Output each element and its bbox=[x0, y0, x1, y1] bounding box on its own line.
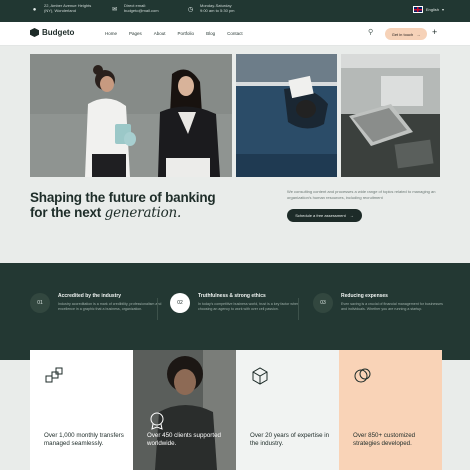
logo[interactable]: Budgeto bbox=[30, 28, 74, 37]
stat-card: Over 450 clients supported worldwide. bbox=[133, 350, 236, 470]
schedule-button-label: Schedule a free assessment bbox=[295, 213, 346, 218]
hero-title-line-1: Shaping the future of banking bbox=[30, 190, 216, 205]
arrow-right-icon: → bbox=[416, 31, 421, 37]
hero-title-line-2: for the next generation. bbox=[30, 205, 215, 221]
stat-text: Over 450 clients supported worldwide. bbox=[147, 432, 221, 447]
stat-text: Over 850+ customized strategies develope… bbox=[353, 432, 416, 447]
schedule-assessment-button[interactable]: Schedule a free assessment → bbox=[287, 209, 362, 222]
circles-icon bbox=[354, 368, 371, 383]
laptop-desk-illustration bbox=[341, 54, 440, 177]
hero-title-plain: for the next bbox=[30, 205, 102, 220]
logo-mark-icon bbox=[30, 28, 39, 37]
address-info: ● 22, Amber Avenue Heights (NY), Wonderl… bbox=[30, 3, 92, 14]
hero-image-laptop-desk bbox=[341, 54, 440, 177]
language-label: English bbox=[425, 7, 439, 12]
main-header: Budgeto Home Pages About Portfolio Blog … bbox=[0, 22, 470, 46]
feature-description: Industry accreditation is a mark of cred… bbox=[58, 302, 162, 311]
email-info[interactable]: ✉ Direct email: budgeto@mail.com bbox=[110, 3, 159, 14]
search-icon[interactable]: ⚲ bbox=[368, 29, 376, 37]
feature-number: 02 bbox=[170, 293, 190, 313]
divider bbox=[298, 298, 299, 320]
hero-title-italic: generation. bbox=[104, 205, 182, 221]
nav-item-portfolio[interactable]: Portfolio bbox=[178, 31, 195, 36]
feature-description: Even saving is a crucial of financial ma… bbox=[341, 302, 443, 311]
get-in-touch-button[interactable]: Get in touch → bbox=[385, 28, 427, 40]
stat-text: Over 1,000 monthly transfers managed sea… bbox=[44, 432, 124, 447]
feature-number: 03 bbox=[313, 293, 333, 313]
hours-value: 9:00 am to 5:30 pm bbox=[200, 8, 235, 13]
nav-item-home[interactable]: Home bbox=[105, 31, 117, 36]
chevron-down-icon: ▾ bbox=[441, 7, 444, 12]
main-nav: Home Pages About Portfolio Blog Contact bbox=[105, 31, 243, 36]
clock-icon: ◷ bbox=[187, 7, 194, 13]
email-value[interactable]: budgeto@mail.com bbox=[124, 8, 159, 13]
stat-text: Over 20 years of expertise in the indust… bbox=[250, 432, 330, 447]
stat-card: Over 850+ customized strategies develope… bbox=[339, 350, 442, 470]
feature-title: Accredited by the industry bbox=[58, 293, 122, 299]
language-selector[interactable]: English ▾ bbox=[412, 6, 444, 13]
nav-item-blog[interactable]: Blog bbox=[206, 31, 215, 36]
uk-flag-icon bbox=[412, 6, 423, 13]
feature-description: In today's competitive business world, t… bbox=[198, 302, 299, 311]
box-icon bbox=[252, 367, 268, 385]
nav-item-contact[interactable]: Contact bbox=[227, 31, 243, 36]
hero-image-businesswomen bbox=[30, 54, 232, 177]
hours-info: ◷ Monday-Saturday 9:00 am to 5:30 pm bbox=[186, 3, 235, 14]
address-line-2: (NY), Wonderland bbox=[44, 8, 76, 13]
office-aerial-illustration bbox=[236, 54, 337, 177]
location-pin-icon: ● bbox=[32, 6, 37, 13]
badge-icon bbox=[150, 412, 164, 430]
nav-item-pages[interactable]: Pages bbox=[129, 31, 142, 36]
logo-text: Budgeto bbox=[42, 28, 75, 37]
feature-title: Reducing expenses bbox=[341, 293, 388, 299]
arrow-right-icon: → bbox=[349, 213, 354, 218]
top-info-bar: ● 22, Amber Avenue Heights (NY), Wonderl… bbox=[0, 0, 470, 22]
hero-description: We consulting content and processes a wi… bbox=[287, 189, 436, 200]
features-section: 01 Accredited by the industry Industry a… bbox=[0, 263, 470, 360]
hero-image-office-aerial bbox=[236, 54, 337, 177]
menu-plus-icon[interactable]: + bbox=[432, 27, 437, 37]
blocks-icon bbox=[45, 367, 63, 383]
businesswomen-illustration bbox=[30, 54, 232, 177]
divider bbox=[157, 298, 158, 320]
stat-card: Over 20 years of expertise in the indust… bbox=[236, 350, 339, 470]
hero-title: Shaping the future of banking for the ne… bbox=[30, 190, 216, 221]
feature-number: 01 bbox=[30, 293, 50, 313]
nav-item-about[interactable]: About bbox=[154, 31, 166, 36]
stat-card: Over 1,000 monthly transfers managed sea… bbox=[30, 350, 133, 470]
feature-title: Truthfulness & strong ethics bbox=[198, 293, 266, 299]
mail-icon: ✉ bbox=[111, 7, 118, 13]
cta-label: Get in touch bbox=[391, 31, 414, 37]
